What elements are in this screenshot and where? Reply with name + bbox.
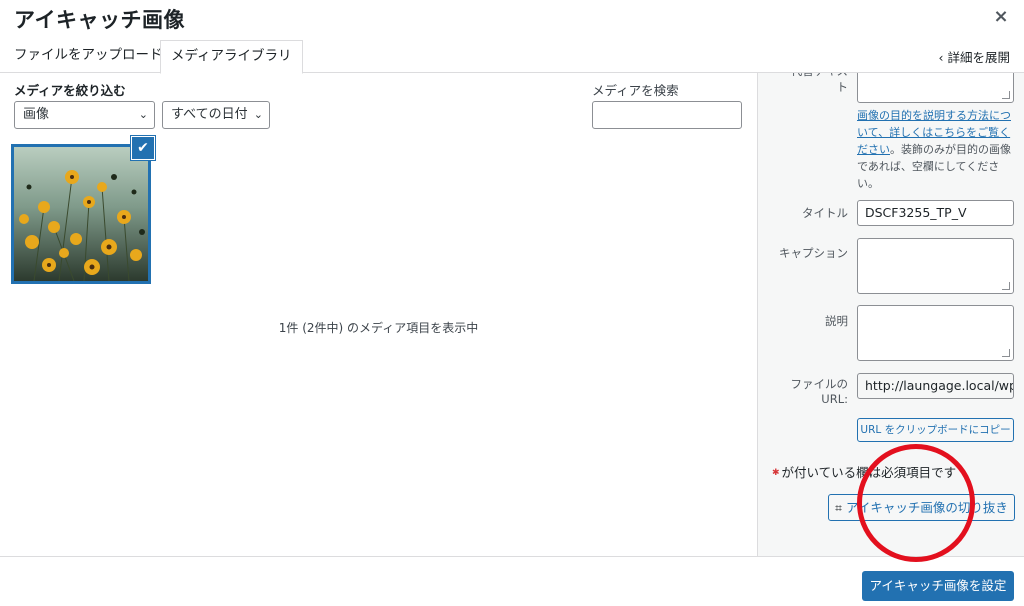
- alt-text-field[interactable]: [857, 73, 1014, 103]
- expand-details-link[interactable]: ‹ 詳細を展開: [939, 47, 1010, 66]
- attachments-browser: メディアを絞り込む 画像 ⌄ すべての日付 ⌄ メディアを検索 ✔ 1件 (2件…: [0, 73, 757, 556]
- media-router-tabs: ファイルをアップロード メディアライブラリ: [0, 40, 1024, 74]
- crop-featured-image-button[interactable]: ⌗ アイキャッチ画像の切り抜き: [828, 494, 1015, 521]
- media-thumbnail[interactable]: [11, 144, 151, 284]
- date-filter[interactable]: すべての日付 ⌄: [162, 101, 270, 129]
- caption-label: キャプション: [779, 246, 848, 260]
- search-label: メディアを検索: [592, 83, 679, 98]
- media-toolbar: アイキャッチ画像を設定: [0, 556, 1024, 606]
- description-label: 説明: [825, 314, 848, 328]
- file-url-label: ファイルの URL:: [790, 377, 849, 406]
- resize-grip-icon: [1002, 349, 1010, 357]
- resize-grip-icon: [1002, 282, 1010, 290]
- date-filter-value: すべての日付: [171, 107, 248, 122]
- required-note-text: が付いている欄は必須項目です: [781, 465, 957, 480]
- required-note: ✱ が付いている欄は必須項目です: [772, 462, 956, 481]
- crop-icon: ⌗: [835, 501, 842, 515]
- title-field[interactable]: DSCF3255_TP_V: [857, 200, 1014, 226]
- resize-grip-icon: [1002, 91, 1010, 99]
- file-url-field[interactable]: http://laungage.local/wp-c: [857, 373, 1014, 399]
- copy-url-button[interactable]: URL をクリップボードにコピー: [857, 418, 1014, 442]
- close-icon[interactable]: ×: [990, 6, 1012, 28]
- set-featured-image-button[interactable]: アイキャッチ画像を設定: [862, 571, 1014, 601]
- title-label: タイトル: [802, 206, 848, 220]
- flower-photo: [14, 147, 148, 281]
- filter-label: メディアを絞り込む: [14, 83, 126, 98]
- alt-text-label: 代替テキスト: [791, 73, 848, 94]
- required-asterisk-icon: ✱: [772, 468, 780, 478]
- crop-button-label: アイキャッチ画像の切り抜き: [845, 500, 1008, 515]
- selected-checkmark-icon[interactable]: ✔: [131, 136, 155, 160]
- tab-upload-files[interactable]: ファイルをアップロード: [4, 40, 173, 73]
- caption-field[interactable]: [857, 238, 1014, 294]
- description-field[interactable]: [857, 305, 1014, 361]
- search-input[interactable]: [592, 101, 742, 129]
- media-count-text: 1件 (2件中) のメディア項目を表示中: [278, 321, 479, 335]
- chevron-down-icon: ⌄: [253, 108, 263, 121]
- attachment-details-sidebar: 代替テキスト 画像の目的を説明する方法について、詳しくはこちらをご覧ください。装…: [757, 73, 1024, 556]
- tab-media-library[interactable]: メディアライブラリ: [160, 40, 303, 74]
- modal-title: アイキャッチ画像: [14, 8, 185, 32]
- alt-text-help: 画像の目的を説明する方法について、詳しくはこちらをご覧ください。装飾のみが目的の…: [857, 107, 1017, 192]
- media-type-filter-value: 画像: [23, 107, 50, 122]
- chevron-down-icon: ⌄: [138, 108, 148, 121]
- media-type-filter[interactable]: 画像 ⌄: [14, 101, 155, 129]
